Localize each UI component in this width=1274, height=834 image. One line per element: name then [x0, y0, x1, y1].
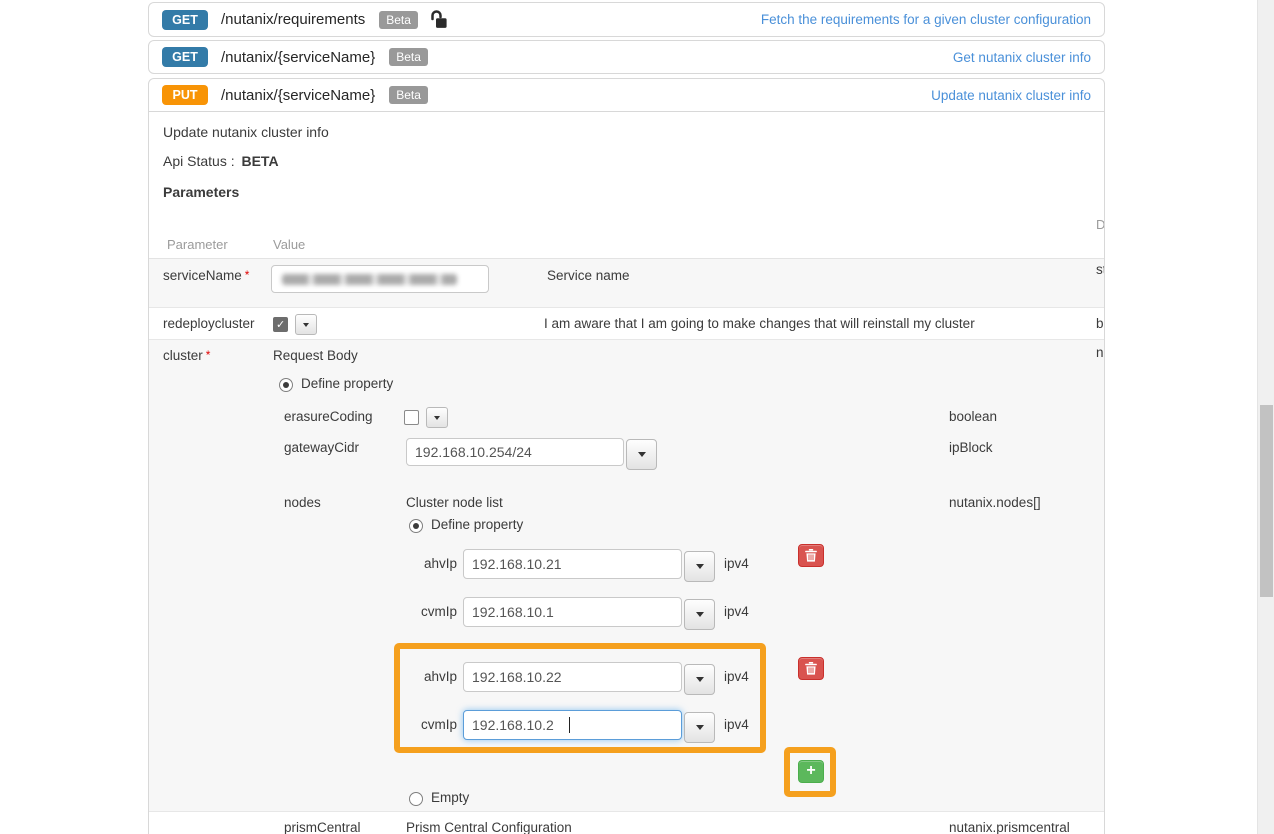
node2-cvmip-label: cvmIp — [399, 717, 457, 732]
node2-delete-button[interactable] — [798, 657, 824, 680]
node1-delete-button[interactable] — [798, 544, 824, 567]
endpoint-summary-link[interactable]: Update nutanix cluster info — [931, 88, 1091, 103]
node1-cvmip-label: cvmIp — [399, 604, 457, 619]
nodes-empty-radio[interactable] — [409, 792, 423, 806]
node1-cvmip-dropdown-button[interactable] — [684, 599, 715, 630]
redeploycluster-checkbox[interactable] — [273, 317, 288, 332]
http-method-badge: GET — [162, 47, 208, 67]
param-label-redeploycluster: redeploycluster — [163, 316, 255, 331]
field-type-erasurecoding: boolean — [949, 409, 997, 424]
chevron-down-icon — [696, 725, 704, 730]
chevron-down-icon — [434, 416, 440, 420]
erasurecoding-checkbox[interactable] — [404, 410, 419, 425]
chevron-down-icon — [696, 564, 704, 569]
column-header-parameter: Parameter — [167, 237, 228, 252]
beta-badge: Beta — [389, 48, 428, 66]
param-label-servicename: serviceName* — [163, 268, 249, 283]
endpoint-path: /nutanix/{serviceName} — [221, 87, 375, 104]
required-asterisk: * — [206, 348, 211, 362]
operation-title: Update nutanix cluster info — [163, 124, 329, 140]
beta-badge: Beta — [379, 11, 418, 29]
gatewaycidr-input[interactable] — [406, 438, 624, 466]
api-status-label: Api Status : — [163, 153, 235, 169]
node1-cvmip-input[interactable] — [463, 597, 682, 627]
add-node-button[interactable]: + — [798, 760, 824, 783]
swagger-api-page: GET /nutanix/requirements Beta Fetch the… — [0, 0, 1274, 834]
param-label-cluster: cluster* — [163, 348, 210, 363]
text-cursor — [569, 717, 570, 733]
chevron-down-icon — [638, 452, 646, 457]
node1-ahvip-input[interactable] — [463, 549, 682, 579]
redeploycluster-dropdown-button[interactable] — [295, 314, 317, 335]
param-desc-redeploycluster: I am aware that I am going to make chang… — [544, 316, 975, 331]
endpoint-summary-link[interactable]: Fetch the requirements for a given clust… — [761, 12, 1091, 27]
api-status-value: BETA — [241, 153, 278, 169]
operation-detail-panel: Update nutanix cluster info Api Status :… — [148, 112, 1105, 834]
servicename-input[interactable] — [271, 265, 489, 293]
trash-icon — [805, 662, 817, 675]
param-name: serviceName — [163, 268, 242, 283]
endpoint-row-put-servicename[interactable]: PUT /nutanix/{serviceName} Beta Update n… — [148, 78, 1105, 112]
field-desc-nodes: Cluster node list — [406, 495, 503, 510]
node2-ahvip-label: ahvIp — [399, 669, 457, 684]
trash-icon — [805, 549, 817, 562]
request-body-heading: Request Body — [273, 348, 358, 363]
node2-cvmip-input-focused[interactable] — [463, 710, 682, 740]
chevron-down-icon — [696, 677, 704, 682]
nodes-define-property-radio[interactable] — [409, 519, 423, 533]
endpoint-path: /nutanix/{serviceName} — [221, 49, 375, 66]
required-asterisk: * — [245, 268, 250, 282]
chevron-down-icon — [303, 323, 309, 327]
field-type-nodes: nutanix.nodes[] — [949, 495, 1041, 510]
cluster-define-property-radio[interactable] — [279, 378, 293, 392]
endpoint-summary-link[interactable]: Get nutanix cluster info — [953, 50, 1091, 65]
http-method-badge: GET — [162, 10, 208, 30]
endpoint-path: /nutanix/requirements — [221, 11, 365, 28]
param-type-cluster-clipped: n — [1096, 345, 1104, 360]
node2-cvmip-dropdown-button[interactable] — [684, 712, 715, 743]
node2-cvmip-type: ipv4 — [724, 717, 749, 732]
param-type-servicename-clipped: st — [1096, 262, 1105, 277]
node1-ahvip-dropdown-button[interactable] — [684, 551, 715, 582]
node1-ahvip-label: ahvIp — [399, 556, 457, 571]
field-label-prismcentral: prismCentral — [284, 820, 361, 834]
http-method-badge: PUT — [162, 85, 208, 105]
plus-icon: + — [806, 762, 815, 779]
node2-ahvip-type: ipv4 — [724, 669, 749, 684]
node2-ahvip-input[interactable] — [463, 662, 682, 692]
field-label-erasurecoding: erasureCoding — [284, 409, 373, 424]
field-desc-prismcentral: Prism Central Configuration — [406, 820, 572, 834]
param-type-redeploycluster-clipped: b — [1096, 316, 1104, 331]
servicename-redacted-value — [282, 274, 457, 285]
endpoint-row-get-requirements[interactable]: GET /nutanix/requirements Beta Fetch the… — [148, 2, 1105, 37]
endpoint-row-get-servicename[interactable]: GET /nutanix/{serviceName} Beta Get nuta… — [148, 40, 1105, 74]
vertical-scrollbar-track[interactable] — [1257, 0, 1274, 834]
table-header-divider — [149, 258, 1104, 259]
beta-badge: Beta — [389, 86, 428, 104]
nodes-empty-label: Empty — [431, 790, 469, 805]
erasurecoding-dropdown-button[interactable] — [426, 407, 448, 428]
chevron-down-icon — [696, 612, 704, 617]
column-header-value: Value — [273, 237, 305, 252]
param-name: cluster — [163, 348, 203, 363]
field-type-prismcentral: nutanix.prismcentral — [949, 820, 1070, 834]
api-status: Api Status : BETA — [163, 153, 279, 169]
field-type-gatewaycidr: ipBlock — [949, 440, 993, 455]
field-label-nodes: nodes — [284, 495, 321, 510]
node1-cvmip-type: ipv4 — [724, 604, 749, 619]
column-header-description-clipped: D — [1096, 217, 1105, 232]
gatewaycidr-dropdown-button[interactable] — [626, 439, 657, 470]
node2-ahvip-dropdown-button[interactable] — [684, 664, 715, 695]
nodes-define-property-label: Define property — [431, 517, 523, 532]
param-desc-servicename: Service name — [547, 268, 630, 283]
unlock-icon — [430, 10, 447, 29]
parameters-heading: Parameters — [163, 184, 239, 200]
vertical-scrollbar-thumb[interactable] — [1260, 405, 1273, 597]
cluster-define-property-label: Define property — [301, 376, 393, 391]
node1-ahvip-type: ipv4 — [724, 556, 749, 571]
field-label-gatewaycidr: gatewayCidr — [284, 440, 359, 455]
